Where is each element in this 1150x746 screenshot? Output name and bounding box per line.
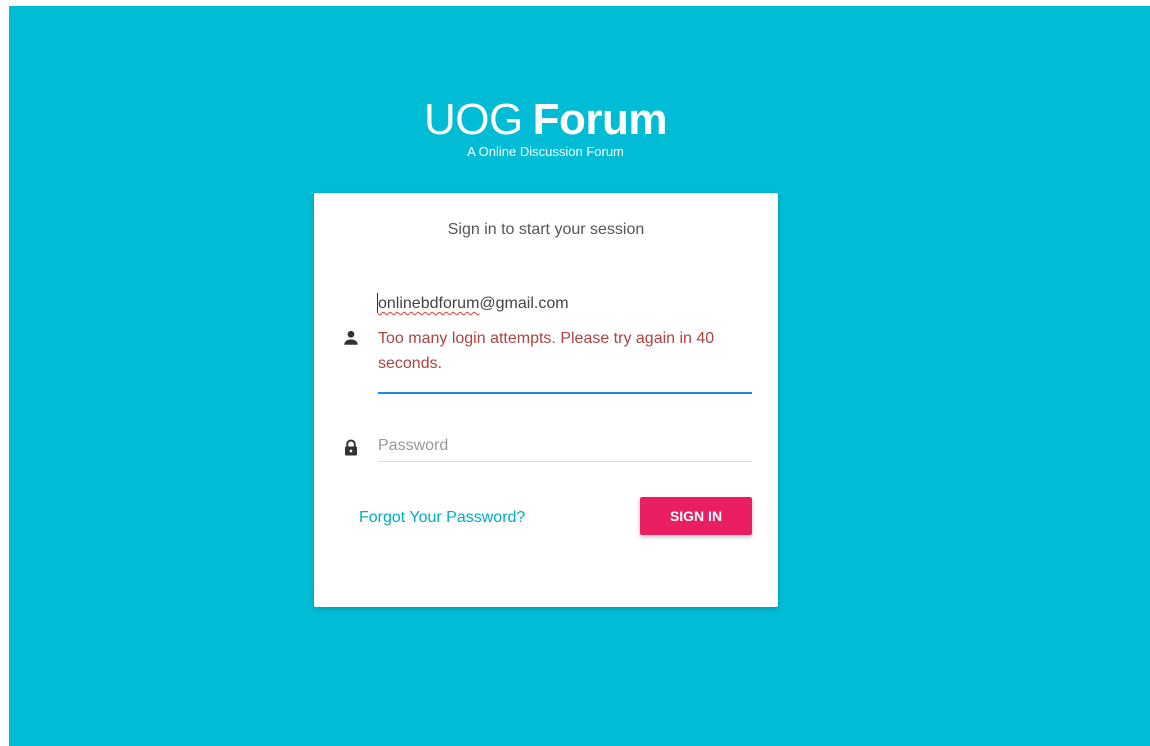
email-field-underline [378, 392, 752, 394]
person-icon [342, 329, 360, 347]
logo-title-light: UOG [423, 95, 523, 144]
login-page: UOG Forum A Online Discussion Forum Sign … [9, 6, 1150, 746]
sign-in-button[interactable]: SIGN IN [640, 497, 752, 535]
logo-title-bold: Forum [532, 95, 668, 144]
email-value-misspelled: onlinebdforum [378, 295, 480, 312]
email-field[interactable]: onlinebdforum@gmail.com [378, 295, 569, 313]
login-card: Sign in to start your session onlinebdfo… [314, 193, 778, 607]
lock-icon [342, 439, 360, 457]
login-box-message: Sign in to start your session [447, 221, 645, 238]
forgot-password-link[interactable]: Forgot Your Password? [359, 509, 525, 527]
password-input[interactable] [378, 431, 752, 462]
logo: UOG Forum A Online Discussion Forum [9, 96, 1082, 160]
logo-subtitle: A Online Discussion Forum [467, 144, 624, 159]
email-error-message: Too many login attempts. Please try agai… [378, 330, 715, 372]
email-value-rest: @gmail.com [479, 295, 569, 312]
logo-title: UOG Forum [9, 96, 1082, 144]
